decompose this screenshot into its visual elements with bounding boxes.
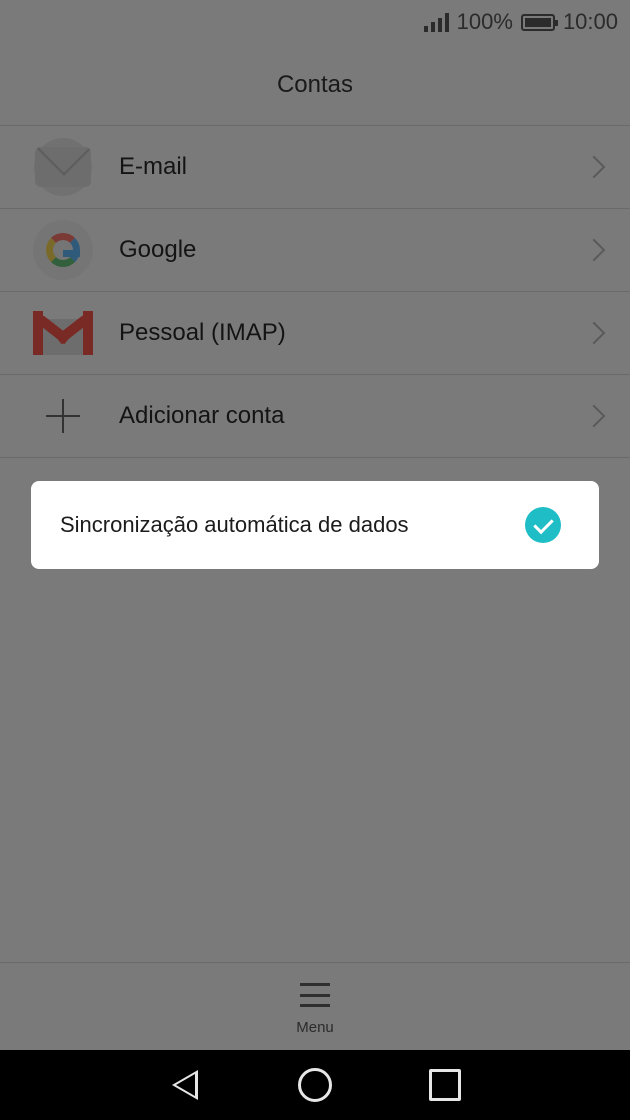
battery-percent: 100% xyxy=(456,9,513,34)
battery-icon xyxy=(520,13,558,31)
auto-sync-popup[interactable]: Sincronização automática de dados xyxy=(31,481,599,569)
account-row-email[interactable]: E-mail xyxy=(0,126,630,209)
google-icon xyxy=(32,219,94,281)
email-icon xyxy=(32,136,94,198)
recents-icon xyxy=(429,1069,461,1101)
recents-button[interactable] xyxy=(425,1065,465,1105)
account-row-google[interactable]: Google xyxy=(0,209,630,292)
home-button[interactable] xyxy=(295,1065,335,1105)
checkmark-icon[interactable] xyxy=(525,507,561,543)
menu-label: Menu xyxy=(296,1019,334,1036)
page-title-bar: Contas xyxy=(0,44,630,126)
plus-icon xyxy=(32,385,94,447)
account-label: E-mail xyxy=(119,153,188,180)
add-account-label: Adicionar conta xyxy=(119,402,285,429)
back-button[interactable] xyxy=(165,1065,205,1105)
menu-icon xyxy=(300,983,330,1007)
status-bar: 100% 10:00 xyxy=(0,0,630,44)
bottom-menu-button[interactable]: Menu xyxy=(0,962,630,1050)
back-icon xyxy=(172,1070,198,1100)
account-row-add[interactable]: Adicionar conta xyxy=(0,375,630,458)
auto-sync-label: Sincronização automática de dados xyxy=(60,512,409,537)
status-time: 10:00 xyxy=(562,9,618,34)
account-row-imap[interactable]: Pessoal (IMAP) xyxy=(0,292,630,375)
page-title: Contas xyxy=(276,70,354,98)
account-list: E-mail Google Pessoal (IMAP) Adicionar c… xyxy=(0,126,630,458)
navigation-bar xyxy=(0,1050,630,1120)
gmail-icon xyxy=(32,302,94,364)
home-icon xyxy=(298,1068,332,1102)
account-label: Pessoal (IMAP) xyxy=(119,319,286,346)
signal-icon xyxy=(423,12,449,32)
account-label: Google xyxy=(119,236,197,263)
